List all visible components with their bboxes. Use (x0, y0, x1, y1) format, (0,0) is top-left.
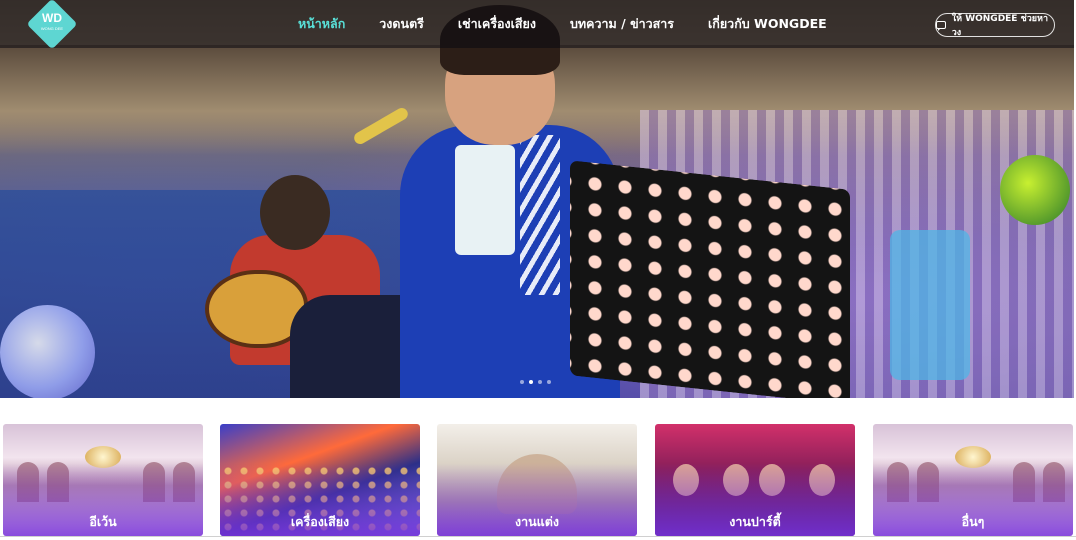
category-card-event[interactable]: อีเว้น (3, 424, 203, 536)
chat-icon (936, 21, 946, 31)
category-card-wedding[interactable]: งานแต่ง (437, 424, 637, 536)
wall-ball-image (1000, 155, 1070, 225)
logo-subtitle: WONG DEE (40, 26, 64, 31)
category-card-sound[interactable]: เครื่องเสียง (220, 424, 420, 536)
main-menu: หน้าหลัก วงดนตรี เช่าเครื่องเสียง บทความ… (298, 0, 827, 48)
logo-text[interactable]: WD (34, 10, 70, 38)
nav-item-sound-rental[interactable]: เช่าเครื่องเสียง (458, 14, 536, 34)
slider-dot[interactable] (520, 380, 524, 384)
category-label: งานแต่ง (515, 514, 559, 529)
nav-item-bands[interactable]: วงดนตรี (379, 14, 424, 34)
slider-dot[interactable] (547, 380, 551, 384)
top-navbar: WD WONG DEE หน้าหลัก วงดนตรี เช่าเครื่อง… (0, 0, 1074, 50)
category-label: อื่นๆ (961, 514, 985, 529)
category-label: งานปาร์ตี้ (729, 514, 781, 529)
category-card-other[interactable]: อื่นๆ (873, 424, 1073, 536)
category-label: อีเว้น (89, 514, 117, 529)
slider-dot-active[interactable] (529, 380, 533, 384)
slider-dots (520, 380, 551, 384)
nav-item-about[interactable]: เกี่ยวกับ WONGDEE (708, 14, 827, 34)
page-divider (0, 536, 1076, 537)
category-label: เครื่องเสียง (290, 514, 350, 529)
wall-poster-image (890, 230, 970, 380)
category-cards: อีเว้น เครื่องเสียง งานแต่ง งานปาร์ตี้ อ… (3, 424, 1075, 536)
hero-chandelier (0, 305, 95, 398)
music-stand-image (570, 160, 850, 398)
find-band-button[interactable]: ให้ WONGDEE ช่วยหาวง (935, 13, 1055, 38)
slider-dot[interactable] (538, 380, 542, 384)
nav-item-home[interactable]: หน้าหลัก (298, 14, 345, 34)
nav-item-articles[interactable]: บทความ / ข่าวสาร (570, 14, 674, 34)
hero-banner[interactable] (0, 0, 1074, 398)
category-card-party[interactable]: งานปาร์ตี้ (655, 424, 855, 536)
find-band-label: ให้ WONGDEE ช่วยหาวง (951, 14, 1049, 38)
